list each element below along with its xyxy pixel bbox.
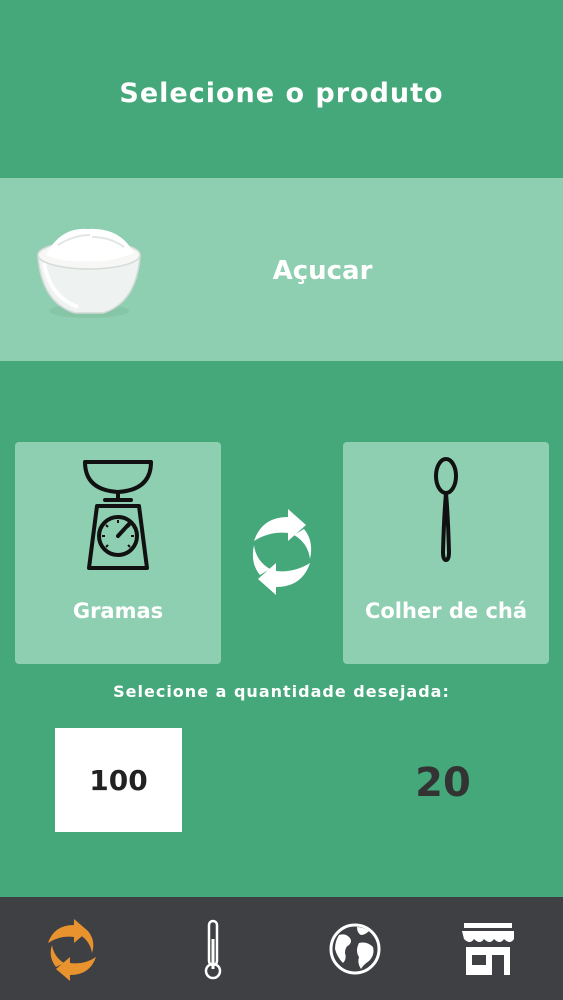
- unit-from-button[interactable]: Gramas: [15, 442, 221, 664]
- swap-arrows-icon: [48, 919, 96, 981]
- thermometer-icon: [204, 919, 222, 980]
- nav-store-tab[interactable]: [456, 917, 520, 981]
- nav-converter-tab[interactable]: [40, 917, 104, 981]
- swap-arrows-icon[interactable]: [244, 507, 320, 597]
- kitchen-scale-icon: [83, 460, 153, 570]
- page-title: Selecione o produto: [119, 78, 444, 109]
- sugar-bowl-icon: [37, 228, 141, 318]
- nav-temperature-tab[interactable]: [181, 917, 245, 981]
- store-icon: [462, 923, 514, 975]
- globe-icon: [329, 923, 381, 975]
- unit-from-label: Gramas: [72, 599, 164, 623]
- product-name: Açucar: [272, 256, 373, 286]
- unit-to-label: Colher de chá: [364, 599, 528, 623]
- teaspoon-icon: [434, 457, 458, 563]
- quantity-input[interactable]: [55, 728, 182, 832]
- bottom-navigation: [0, 897, 563, 1000]
- product-selector[interactable]: Açucar: [0, 178, 563, 361]
- unit-to-button[interactable]: Colher de chá: [343, 442, 549, 664]
- quantity-caption: Selecione a quantidade desejada:: [113, 682, 450, 701]
- conversion-result: 20: [415, 760, 471, 806]
- nav-globe-tab[interactable]: [323, 917, 387, 981]
